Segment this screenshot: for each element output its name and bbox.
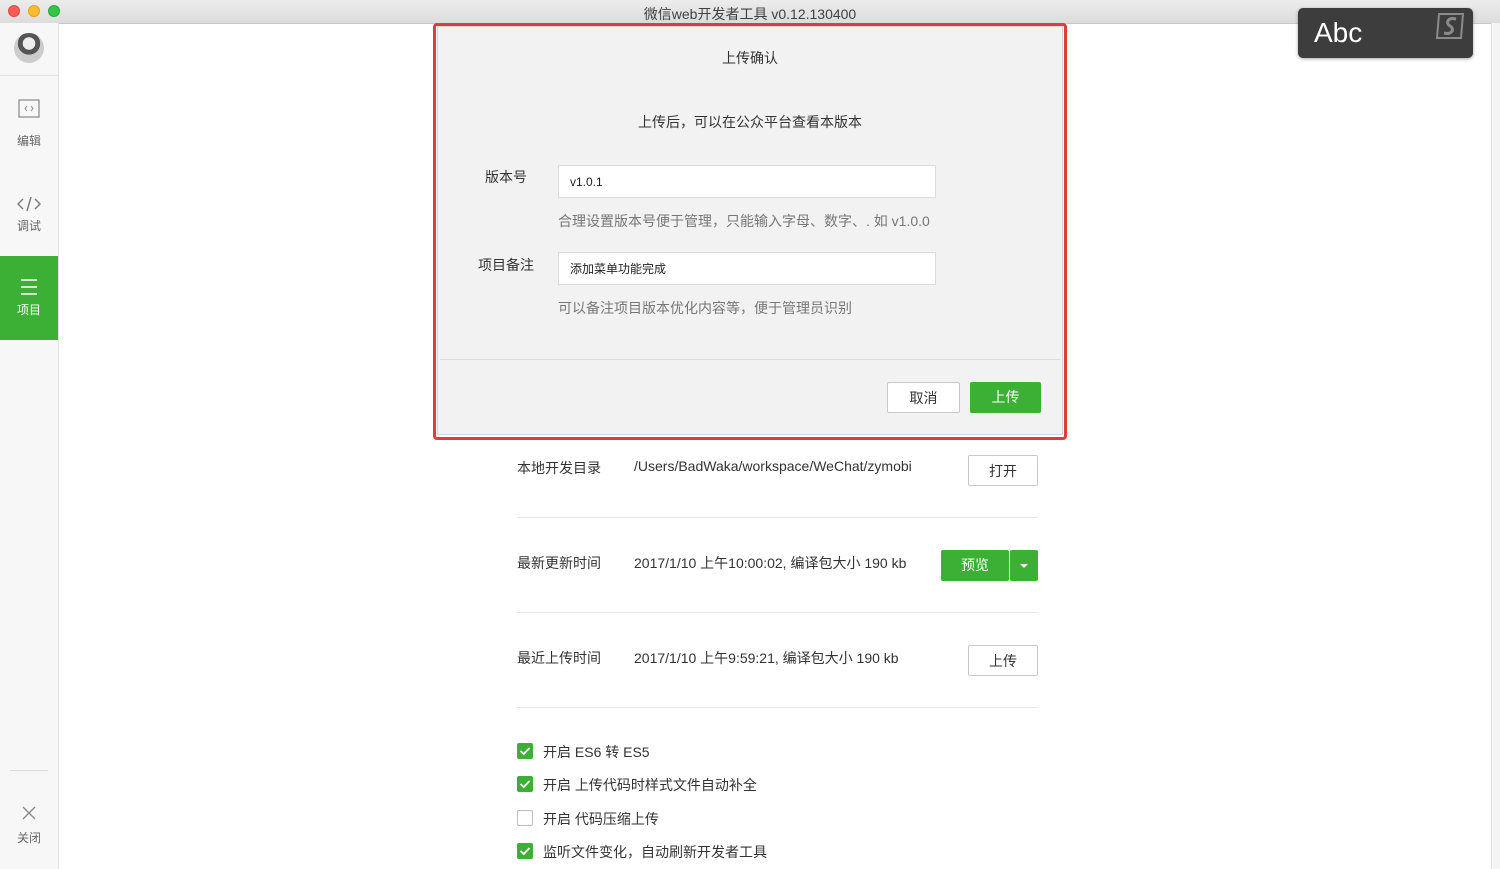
sidebar-item-label: 项目: [16, 303, 41, 317]
sidebar-divider: [10, 770, 48, 771]
upload-confirm-dialog: 上传确认 上传后，可以在公众平台查看本版本 版本号 合理设置版本号便于管理，只能…: [437, 26, 1063, 435]
sidebar-item-debug[interactable]: 调试: [0, 171, 58, 255]
window-title: 微信web开发者工具 v0.12.130400: [643, 6, 857, 22]
sidebar-item-close[interactable]: 关闭: [0, 785, 58, 869]
code-brackets-icon: [17, 196, 41, 212]
minify-option-label: 开启 代码压缩上传: [543, 811, 659, 827]
autoprefix-checkbox[interactable]: [517, 776, 533, 792]
local-dir-label: 本地开发目录: [517, 460, 601, 476]
caret-down-icon: [1020, 564, 1028, 568]
checkmark-icon: [519, 747, 531, 756]
input-method-text: Abc: [1314, 17, 1363, 48]
local-dir-value: /Users/BadWaka/workspace/WeChat/zymobi: [634, 458, 912, 474]
sidebar-item-edit[interactable]: 编辑: [0, 85, 58, 169]
window-right-edge: [1491, 23, 1500, 869]
dialog-footer-divider: [440, 359, 1060, 360]
menu-lines-icon: [21, 279, 37, 295]
code-file-icon: [18, 99, 40, 118]
note-label: 项目备注: [478, 257, 534, 273]
avatar-area: [0, 23, 58, 76]
title-bar: 微信web开发者工具 v0.12.130400: [0, 0, 1500, 24]
version-label: 版本号: [485, 169, 527, 185]
cancel-button[interactable]: 取消: [887, 382, 960, 413]
row-divider: [517, 707, 1038, 708]
minify-checkbox[interactable]: [517, 810, 533, 826]
es6-checkbox[interactable]: [517, 743, 533, 759]
dialog-title: 上传确认: [722, 50, 778, 66]
input-method-indicator: Abc: [1298, 8, 1473, 58]
checkmark-icon: [519, 847, 531, 856]
watch-files-option-label: 监听文件变化，自动刷新开发者工具: [543, 844, 767, 860]
close-icon: [22, 806, 36, 820]
note-hint: 可以备注项目版本优化内容等，便于管理员识别: [558, 300, 852, 316]
sidebar-item-project[interactable]: 项目: [0, 256, 58, 340]
checkmark-icon: [519, 780, 531, 789]
last-update-label: 最新更新时间: [517, 555, 601, 571]
version-hint: 合理设置版本号便于管理，只能输入字母、数字、. 如 v1.0.0: [558, 213, 930, 229]
es6-option-label: 开启 ES6 转 ES5: [543, 744, 650, 760]
sidebar-item-label: 编辑: [16, 134, 41, 148]
version-field[interactable]: [558, 165, 936, 198]
note-field[interactable]: [558, 252, 936, 285]
last-upload-label: 最近上传时间: [517, 650, 601, 666]
watch-files-checkbox[interactable]: [517, 843, 533, 859]
dialog-subtitle: 上传后，可以在公众平台查看本版本: [638, 114, 862, 130]
sidebar: 编辑 调试 项目 关闭: [0, 23, 59, 869]
sidebar-item-label: 关闭: [16, 831, 41, 845]
avatar[interactable]: [14, 33, 44, 63]
last-upload-value: 2017/1/10 上午9:59:21, 编译包大小 190 kb: [634, 650, 899, 666]
row-divider: [517, 612, 1038, 613]
sogou-logo-icon: [1435, 13, 1465, 39]
last-update-value: 2017/1/10 上午10:00:02, 编译包大小 190 kb: [634, 555, 907, 571]
preview-button[interactable]: 预览: [941, 550, 1009, 581]
open-button[interactable]: 打开: [968, 455, 1038, 486]
preview-dropdown-button[interactable]: [1010, 550, 1038, 581]
row-divider: [517, 517, 1038, 518]
confirm-upload-button[interactable]: 上传: [970, 382, 1041, 413]
upload-button[interactable]: 上传: [968, 645, 1038, 676]
sidebar-item-label: 调试: [16, 219, 41, 233]
autoprefix-option-label: 开启 上传代码时样式文件自动补全: [543, 777, 757, 793]
